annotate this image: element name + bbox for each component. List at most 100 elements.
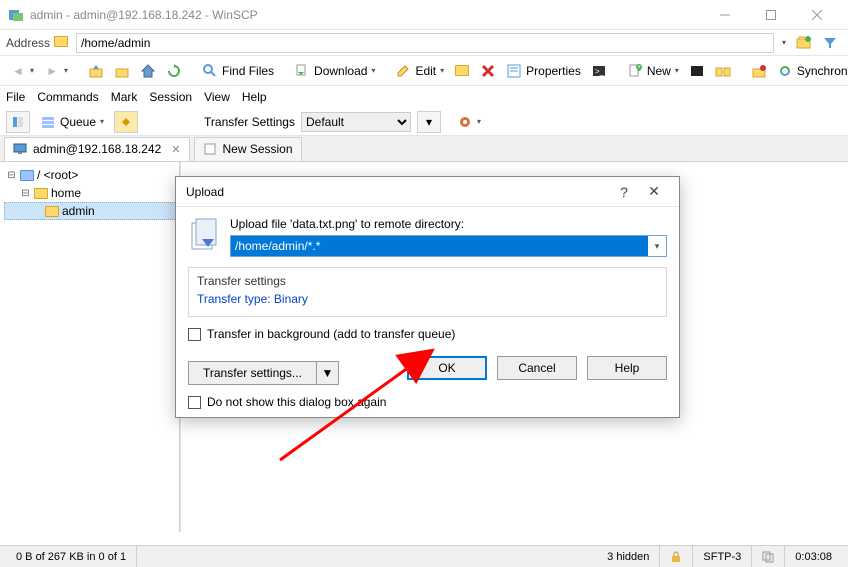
delete-button[interactable] <box>476 59 500 83</box>
transfer-settings-dropdown[interactable]: ▼ <box>317 361 339 385</box>
compare-button[interactable] <box>711 59 735 83</box>
upload-dialog: Upload ? ✕ Upload file 'data.txt.png' to… <box>175 176 680 418</box>
dont-show-checkbox[interactable] <box>188 396 201 409</box>
remote-path-value: /home/admin/*.* <box>231 236 648 256</box>
menu-view[interactable]: View <box>204 90 230 104</box>
dialog-prompt: Upload file 'data.txt.png' to remote dir… <box>230 217 667 231</box>
remote-path-combo[interactable]: /home/admin/*.* ▾ <box>230 235 667 257</box>
statusbar: 0 B of 267 KB in 0 of 1 3 hidden SFTP-3 … <box>0 545 848 567</box>
combo-dropdown-icon[interactable]: ▾ <box>648 241 666 252</box>
status-selection: 0 B of 267 KB in 0 of 1 <box>6 546 137 567</box>
help-button-label: Help <box>615 361 640 375</box>
preferences-button[interactable]: ▾ <box>453 110 485 134</box>
background-checkbox-label: Transfer in background (add to transfer … <box>207 327 455 341</box>
address-value: /home/admin <box>81 36 150 50</box>
dont-show-label: Do not show this dialog box again <box>207 395 386 409</box>
refresh-button[interactable] <box>162 59 186 83</box>
remote-tree[interactable]: ⊟ / <root> ⊟ home admin <box>0 162 180 532</box>
window-title: admin - admin@192.168.18.242 - WinSCP <box>30 8 702 22</box>
addressbar: Address /home/admin ▾ <box>0 30 848 56</box>
root-dir-button[interactable] <box>110 59 134 83</box>
menu-mark[interactable]: Mark <box>111 90 138 104</box>
menu-commands[interactable]: Commands <box>37 90 98 104</box>
edit-label: Edit <box>415 64 436 78</box>
status-lock-icon <box>660 546 693 567</box>
help-button[interactable]: Help <box>587 356 667 380</box>
transfer-settings-button[interactable]: Transfer settings... <box>188 361 317 385</box>
new-session-label: New Session <box>223 142 293 156</box>
home-button[interactable] <box>136 59 160 83</box>
close-tab-icon[interactable]: ✕ <box>171 143 180 156</box>
menu-file[interactable]: File <box>6 90 25 104</box>
back-button[interactable]: ◄▾ <box>6 59 38 83</box>
queue-label: Queue <box>60 115 96 129</box>
dont-show-row[interactable]: Do not show this dialog box again <box>188 395 667 409</box>
address-label: Address <box>6 36 50 50</box>
transfer-mode-button[interactable] <box>114 111 138 133</box>
folder-icon <box>20 170 34 181</box>
session-tab-label: admin@192.168.18.242 <box>33 142 161 156</box>
open-folder-button[interactable] <box>792 31 816 55</box>
folder-icon <box>34 188 48 199</box>
session-tabs: admin@192.168.18.242 ✕ New Session <box>0 136 848 162</box>
transfer-settings-menu[interactable]: ▾ <box>417 111 441 133</box>
dialog-close-icon[interactable]: ✕ <box>639 183 669 200</box>
synchronize-label: Synchronize <box>797 64 848 78</box>
close-button[interactable] <box>794 0 840 30</box>
transfer-settings-button-label: Transfer settings... <box>203 366 302 380</box>
tree-admin-label: admin <box>62 204 95 218</box>
address-dropdown[interactable]: ▾ <box>778 31 790 55</box>
new-button[interactable]: +New▾ <box>623 59 683 83</box>
session-tab-active[interactable]: admin@192.168.18.242 ✕ <box>4 137 190 161</box>
cancel-button[interactable]: Cancel <box>497 356 577 380</box>
minimize-button[interactable] <box>702 0 748 30</box>
transfer-settings-select[interactable]: Default <box>301 112 411 132</box>
toggle-tree-button[interactable] <box>6 111 30 133</box>
transfer-settings-box: Transfer settings Transfer type: Binary <box>188 267 667 317</box>
forward-button[interactable]: ►▾ <box>40 59 72 83</box>
dialog-titlebar: Upload ? ✕ <box>176 177 679 207</box>
ok-button-label: OK <box>438 361 455 375</box>
upload-icon <box>188 217 220 257</box>
folder-icon <box>45 206 59 217</box>
monitor-icon <box>13 142 27 156</box>
queue-toolbar: Queue▾ Transfer Settings Default ▾ ▾ <box>0 108 848 136</box>
properties-label: Properties <box>526 64 581 78</box>
tree-home[interactable]: ⊟ home <box>2 184 177 202</box>
status-protocol: SFTP-3 <box>693 546 752 567</box>
dialog-help-icon[interactable]: ? <box>609 184 639 200</box>
maximize-button[interactable] <box>748 0 794 30</box>
menu-session[interactable]: Session <box>149 90 192 104</box>
copy-button[interactable] <box>450 59 474 83</box>
download-label: Download <box>314 64 367 78</box>
main-toolbar: ◄▾ ►▾ Find Files Download▾ Edit▾ Propert… <box>0 56 848 86</box>
ok-button[interactable]: OK <box>407 356 487 380</box>
menu-help[interactable]: Help <box>242 90 267 104</box>
background-checkbox[interactable] <box>188 328 201 341</box>
menubar: File Commands Mark Session View Help <box>0 86 848 108</box>
dialog-title: Upload <box>186 185 609 199</box>
synchronize-button[interactable]: Synchronize <box>773 59 848 83</box>
download-button[interactable]: Download▾ <box>290 59 379 83</box>
tree-admin[interactable]: admin <box>4 202 177 220</box>
parent-dir-button[interactable] <box>84 59 108 83</box>
find-files-button[interactable]: Find Files <box>198 59 278 83</box>
status-hidden: 3 hidden <box>597 546 660 567</box>
find-files-label: Find Files <box>222 64 274 78</box>
new-label: New <box>647 64 671 78</box>
tree-root[interactable]: ⊟ / <root> <box>2 166 177 184</box>
console-button[interactable] <box>685 59 709 83</box>
background-checkbox-row[interactable]: Transfer in background (add to transfer … <box>188 327 667 341</box>
tree-root-label: / <root> <box>37 168 78 182</box>
svg-text:>_: >_ <box>595 67 605 76</box>
edit-button[interactable]: Edit▾ <box>391 59 448 83</box>
transfer-settings-value: Transfer type: Binary <box>197 292 658 306</box>
terminal-button[interactable]: >_ <box>587 59 611 83</box>
sync-dirs-button[interactable] <box>747 59 771 83</box>
properties-button[interactable]: Properties <box>502 59 585 83</box>
queue-button[interactable]: Queue▾ <box>36 110 108 134</box>
cancel-button-label: Cancel <box>518 361 555 375</box>
filter-button[interactable] <box>818 31 842 55</box>
address-input[interactable]: /home/admin <box>76 33 774 53</box>
new-session-tab[interactable]: New Session <box>194 137 302 161</box>
